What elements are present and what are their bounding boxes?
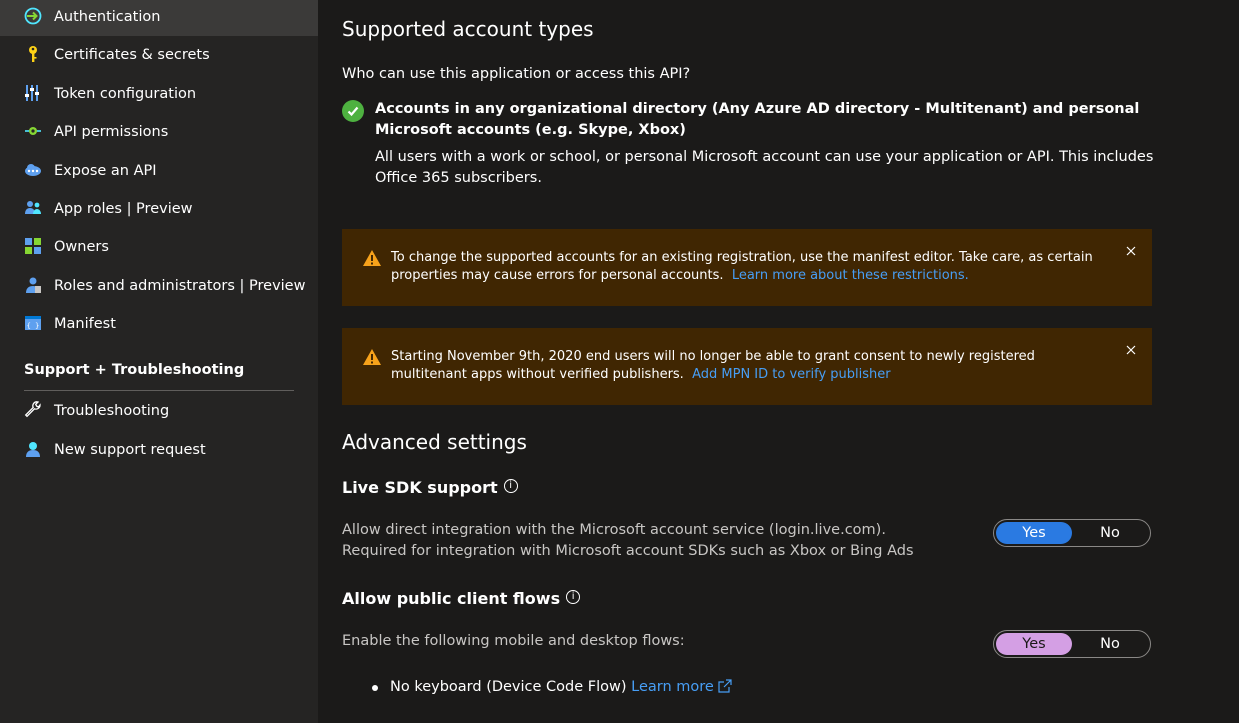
sidebar-item-api-permissions[interactable]: API permissions	[0, 113, 318, 151]
sidebar-nav: Authentication Certificates & secrets To…	[0, 0, 318, 723]
authentication-icon	[24, 7, 42, 25]
supported-accounts-question: Who can use this application or access t…	[342, 66, 691, 82]
add-mpn-id-link[interactable]: Add MPN ID to verify publisher	[692, 367, 891, 382]
live-sdk-yes-option[interactable]: Yes	[996, 522, 1072, 544]
info-icon[interactable]: i	[566, 590, 581, 604]
sidebar-item-certificates[interactable]: Certificates & secrets	[0, 36, 318, 74]
close-icon[interactable]	[1124, 243, 1138, 257]
api-permissions-icon	[24, 122, 42, 140]
sidebar-item-label: API permissions	[54, 124, 169, 140]
sidebar-item-label: Token configuration	[54, 86, 197, 102]
sidebar-item-label: Expose an API	[54, 163, 157, 179]
sidebar-item-label: New support request	[54, 442, 206, 458]
live-sdk-toggle[interactable]: Yes No	[993, 519, 1151, 547]
warning-icon	[362, 348, 382, 366]
list-bullet	[372, 685, 378, 691]
selected-account-type: Accounts in any organizational directory…	[375, 101, 1140, 138]
section-divider	[24, 390, 294, 391]
key-icon	[24, 45, 42, 63]
owners-grid-icon	[24, 237, 42, 255]
sidebar-item-authentication[interactable]: Authentication	[0, 0, 318, 36]
banner-message: Starting November 9th, 2020 end users wi…	[391, 349, 1035, 382]
live-sdk-no-option[interactable]: No	[1072, 522, 1148, 544]
sidebar-item-expose-api[interactable]: Expose an API	[0, 152, 318, 190]
close-icon[interactable]	[1124, 342, 1138, 356]
account-type-description: All users with a work or school, or pers…	[375, 149, 1154, 186]
sidebar-item-token-configuration[interactable]: Token configuration	[0, 75, 318, 113]
token-bars-icon	[24, 84, 42, 102]
manifest-icon: { }	[24, 314, 42, 332]
public-client-no-option[interactable]: No	[1072, 633, 1148, 655]
app-roles-icon	[24, 199, 42, 217]
svg-text:{ }: { }	[27, 322, 40, 330]
sidebar-item-label: App roles | Preview	[54, 201, 193, 217]
external-link-icon[interactable]	[718, 679, 733, 695]
checkmark-icon	[342, 100, 364, 122]
support-person-icon	[24, 440, 42, 458]
sidebar-item-roles-admins[interactable]: Roles and administrators | Preview	[0, 267, 318, 305]
advanced-settings-title: Advanced settings	[342, 430, 527, 454]
sidebar-item-manifest[interactable]: { } Manifest	[0, 305, 318, 343]
sidebar-item-label: Roles and administrators | Preview	[54, 278, 306, 294]
public-client-title: Allow public client flows i	[342, 589, 581, 608]
live-sdk-description: Allow direct integration with the Micros…	[342, 522, 914, 559]
support-section-title: Support + Troubleshooting	[24, 362, 245, 378]
supported-accounts-title: Supported account types	[342, 17, 594, 41]
sidebar-item-troubleshooting[interactable]: Troubleshooting	[0, 392, 318, 430]
sidebar-item-label: Certificates & secrets	[54, 47, 210, 63]
device-code-flow-item: No keyboard (Device Code Flow) Learn mor…	[390, 677, 733, 698]
sidebar-item-label: Owners	[54, 239, 109, 255]
warning-banner-manifest: To change the supported accounts for an …	[342, 229, 1152, 306]
info-icon[interactable]: i	[503, 479, 518, 493]
learn-more-restrictions-link[interactable]: Learn more about these restrictions.	[732, 268, 969, 283]
warning-icon	[362, 249, 382, 267]
wrench-icon	[24, 401, 42, 419]
sidebar-item-new-support-request[interactable]: New support request	[0, 431, 318, 469]
sidebar-item-label: Manifest	[54, 316, 116, 332]
sidebar-item-label: Authentication	[54, 9, 161, 25]
sidebar-item-owners[interactable]: Owners	[0, 228, 318, 266]
live-sdk-title: Live SDK support i	[342, 478, 518, 497]
public-client-toggle[interactable]: Yes No	[993, 630, 1151, 658]
public-client-description: Enable the following mobile and desktop …	[342, 633, 685, 649]
cloud-icon	[24, 161, 42, 179]
sidebar-item-label: Troubleshooting	[54, 403, 170, 419]
warning-banner-publisher: Starting November 9th, 2020 end users wi…	[342, 328, 1152, 405]
sidebar-item-app-roles[interactable]: App roles | Preview	[0, 190, 318, 228]
learn-more-link[interactable]: Learn more	[631, 679, 714, 695]
banner-message: To change the supported accounts for an …	[391, 250, 1093, 283]
roles-admin-icon	[24, 276, 42, 294]
public-client-yes-option[interactable]: Yes	[996, 633, 1072, 655]
